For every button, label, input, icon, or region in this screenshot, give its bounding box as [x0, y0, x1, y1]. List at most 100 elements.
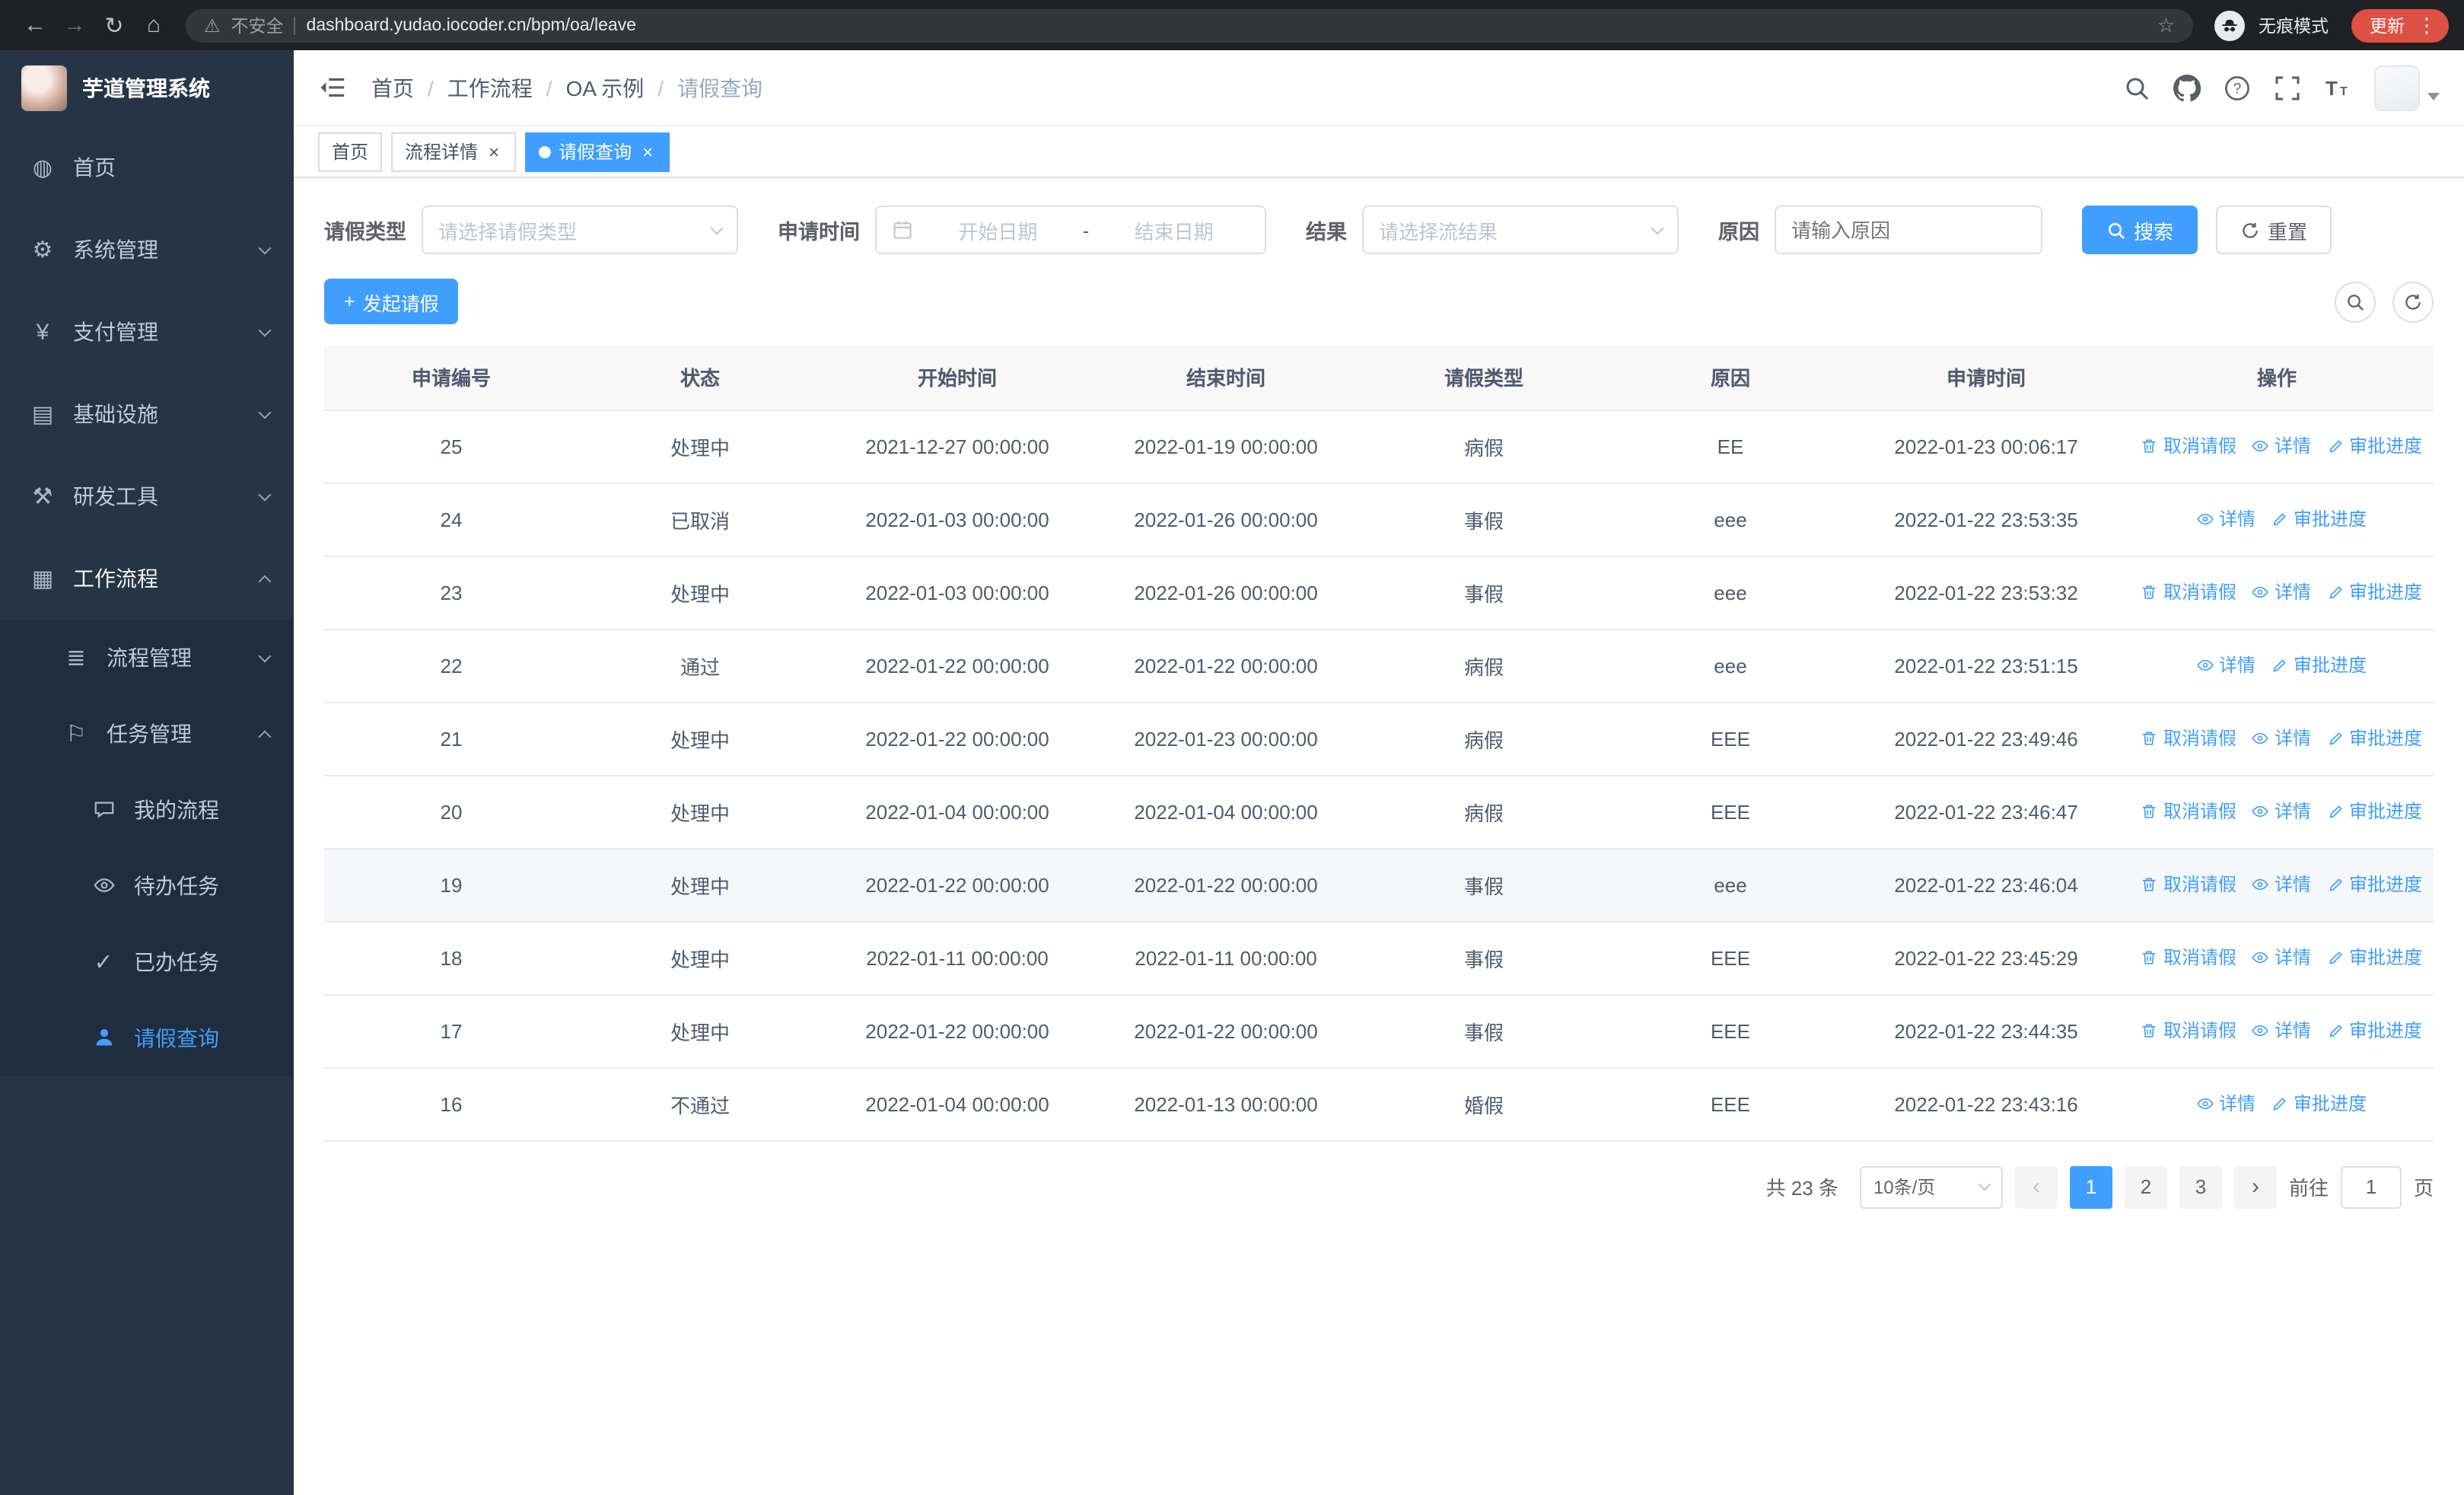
detail-link[interactable]: 详情	[2252, 945, 2311, 971]
sidebar-item-pay[interactable]: ¥ 支付管理	[0, 291, 294, 373]
leave-type-select[interactable]: 请选择请假类型	[422, 206, 738, 254]
sidebar-item-infra[interactable]: ▤ 基础设施	[0, 373, 294, 455]
create-leave-button[interactable]: + 发起请假	[324, 279, 459, 324]
end-date-input[interactable]: 结束日期	[1098, 215, 1250, 244]
close-icon[interactable]: ×	[485, 141, 502, 162]
refresh-table-button[interactable]	[2392, 281, 2434, 322]
reason-input[interactable]	[1775, 206, 2042, 254]
sidebar-item-todo-tasks[interactable]: 待办任务	[0, 848, 294, 924]
cancel-leave-link[interactable]: 取消请假	[2141, 579, 2236, 605]
next-page-button[interactable]: ›	[2233, 1165, 2277, 1208]
cell-status: 不通过	[578, 1067, 822, 1141]
github-icon[interactable]	[2173, 74, 2201, 101]
leave-table: 申请编号 状态 开始时间 结束时间 请假类型 原因 申请时间 操作 25 处理中 2…	[324, 346, 2434, 1141]
tab-process-detail[interactable]: 流程详情 ×	[391, 132, 517, 171]
eye-icon	[2197, 1098, 2214, 1109]
yen-icon: ¥	[36, 319, 49, 345]
font-size-icon[interactable]: TT	[2324, 74, 2351, 101]
start-date-input[interactable]: 开始日期	[922, 215, 1074, 244]
cell-actions: 取消请假 详情 审批进度	[2120, 921, 2434, 995]
cell-id: 23	[324, 556, 578, 630]
search-icon[interactable]	[2123, 74, 2150, 101]
apply-time-range-picker[interactable]: 开始日期 - 结束日期	[875, 206, 1266, 254]
sidebar-item-devtools[interactable]: ⚒ 研发工具	[0, 455, 294, 537]
browser-home-icon[interactable]: ⌂	[134, 5, 173, 45]
toggle-search-button[interactable]	[2335, 281, 2376, 322]
goto-page-input[interactable]	[2340, 1165, 2402, 1208]
breadcrumb-item[interactable]: 工作流程	[447, 72, 533, 103]
breadcrumb-separator: /	[546, 75, 552, 100]
collapse-sidebar-icon[interactable]	[318, 73, 347, 102]
edit-icon	[2329, 439, 2341, 453]
sidebar-item-workflow[interactable]: ▦ 工作流程	[0, 537, 294, 620]
approval-progress-link[interactable]: 审批进度	[2271, 652, 2367, 678]
cell-start-time: 2021-12-27 00:00:00	[822, 410, 1093, 483]
page-button-3[interactable]: 3	[2179, 1165, 2222, 1208]
tab-leave-query[interactable]: 请假查询 ×	[525, 132, 670, 171]
sidebar-item-system[interactable]: ⚙ 系统管理	[0, 209, 294, 291]
table-row: 24 已取消 2022-01-03 00:00:00 2022-01-26 00:00…	[324, 483, 2434, 556]
cancel-leave-link[interactable]: 取消请假	[2141, 799, 2236, 824]
detail-link[interactable]: 详情	[2252, 433, 2311, 459]
browser-reload-icon[interactable]: ↻	[94, 5, 134, 45]
bookmark-star-icon[interactable]: ☆	[2157, 13, 2175, 37]
user-menu[interactable]	[2374, 65, 2440, 110]
approval-progress-link[interactable]: 审批进度	[2326, 579, 2422, 605]
breadcrumb-item[interactable]: OA 示例	[566, 72, 645, 103]
detail-link[interactable]: 详情	[2252, 725, 2311, 751]
detail-link[interactable]: 详情	[2196, 1091, 2255, 1117]
approval-progress-link[interactable]: 审批进度	[2326, 433, 2422, 459]
page-button-1[interactable]: 1	[2069, 1165, 2112, 1208]
result-select[interactable]: 请选择流结果	[1362, 206, 1679, 254]
detail-link[interactable]: 详情	[2252, 799, 2311, 824]
browser-menu-icon[interactable]: ⋮	[2417, 13, 2437, 37]
approval-progress-link[interactable]: 审批进度	[2271, 1091, 2367, 1117]
browser-back-icon[interactable]: ←	[15, 5, 55, 45]
cell-end-time: 2022-01-26 00:00:00	[1093, 556, 1359, 630]
cancel-leave-link[interactable]: 取消请假	[2141, 1018, 2236, 1044]
calendar-icon	[892, 219, 913, 241]
approval-progress-link[interactable]: 审批进度	[2271, 506, 2367, 532]
cancel-leave-link[interactable]: 取消请假	[2141, 433, 2236, 459]
close-icon[interactable]: ×	[639, 141, 656, 162]
approval-progress-link[interactable]: 审批进度	[2326, 872, 2422, 897]
security-label[interactable]: 不安全	[231, 13, 284, 37]
help-icon[interactable]: ?	[2224, 74, 2251, 101]
sidebar-item-done-tasks[interactable]: ✓ 已办任务	[0, 924, 294, 1000]
browser-forward-icon[interactable]: →	[55, 5, 94, 45]
page-button-2[interactable]: 2	[2124, 1165, 2167, 1208]
approval-progress-link[interactable]: 审批进度	[2326, 725, 2422, 751]
sidebar-item-home[interactable]: ◍ 首页	[0, 126, 294, 209]
update-button[interactable]: 更新 ⋮	[2351, 8, 2449, 42]
col-header-id: 申请编号	[324, 346, 578, 410]
address-bar[interactable]: ⚠ 不安全 dashboard.yudao.iocoder.cn/bpm/oa/…	[186, 8, 2193, 42]
page-size-select[interactable]: 10条/页	[1859, 1165, 2003, 1208]
avatar[interactable]	[2374, 65, 2420, 110]
search-button[interactable]: 搜索	[2082, 206, 2198, 254]
chevron-down-icon	[258, 323, 272, 336]
cancel-leave-link[interactable]: 取消请假	[2141, 945, 2236, 971]
sidebar-item-process-mgmt[interactable]: ≣ 流程管理	[0, 620, 294, 696]
tab-home[interactable]: 首页	[318, 132, 383, 171]
cell-leave-type: 病假	[1359, 702, 1609, 776]
chevron-down-icon	[710, 221, 724, 234]
detail-link[interactable]: 详情	[2252, 872, 2311, 897]
sidebar-item-task-mgmt[interactable]: ⚐ 任务管理	[0, 696, 294, 772]
prev-page-button[interactable]: ‹	[2014, 1165, 2058, 1208]
detail-link[interactable]: 详情	[2196, 652, 2255, 678]
detail-link[interactable]: 详情	[2196, 506, 2255, 532]
reset-button[interactable]: 重置	[2216, 206, 2332, 254]
cancel-leave-link[interactable]: 取消请假	[2141, 725, 2236, 751]
detail-link[interactable]: 详情	[2252, 579, 2311, 605]
fullscreen-icon[interactable]	[2274, 74, 2301, 101]
approval-progress-link[interactable]: 审批进度	[2326, 945, 2422, 971]
detail-link[interactable]: 详情	[2252, 1018, 2311, 1044]
sidebar-item-label: 支付管理	[73, 320, 158, 344]
approval-progress-link[interactable]: 审批进度	[2326, 1018, 2422, 1044]
col-header-reason: 原因	[1609, 346, 1852, 410]
sidebar-item-leave-query[interactable]: 请假查询	[0, 1000, 294, 1076]
approval-progress-link[interactable]: 审批进度	[2326, 799, 2422, 824]
sidebar-item-my-process[interactable]: 我的流程	[0, 772, 294, 848]
cancel-leave-link[interactable]: 取消请假	[2141, 872, 2236, 897]
breadcrumb-item[interactable]: 首页	[371, 72, 414, 103]
